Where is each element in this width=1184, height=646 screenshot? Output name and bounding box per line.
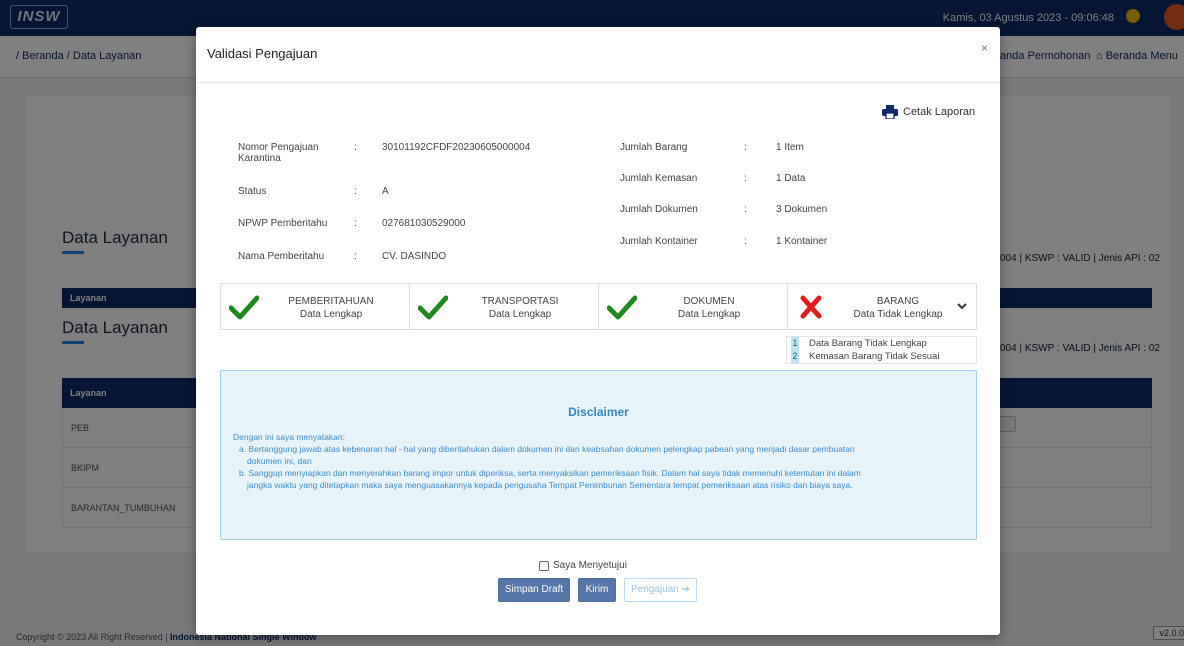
info-value: A [382,186,389,197]
disclaimer-intro: Dengan ini saya menyatakan: [233,432,345,442]
step-dokumen[interactable]: DOKUMEN Data Lengkap [599,284,788,329]
pengajuan-button[interactable]: Pengajuan ➔ [624,578,697,602]
info-jumlah-kontainer: Jumlah Kontainer : 1 Kontainer [620,236,880,250]
info-status: Status : A [238,186,568,200]
info-label: Nomor Pengajuan Karantina [238,142,319,164]
modal-title: Validasi Pengajuan [207,46,318,61]
info-colon: : [744,236,747,247]
disclaimer-point-b-cont: jangka waktu yang ditetapkan maka saya m… [247,480,853,490]
agree-checkbox[interactable] [539,560,549,571]
info-label: Nama Pemberitahu [238,251,325,262]
step-status: Data Tidak Lengkap [853,309,943,320]
kirim-button[interactable]: Kirim [578,578,616,602]
check-icon [607,295,637,320]
info-label: Status [238,186,267,197]
modal-header: Validasi Pengajuan × [196,27,1000,83]
step-status: Data Lengkap [488,309,552,320]
arrow-right-icon: ➔ [678,584,690,595]
info-colon: : [744,142,747,153]
step-pemberitahuan[interactable]: PEMBERITAHUAN Data Lengkap [221,284,410,329]
list-item: 2 Kemasan Barang Tidak Sesuai [787,350,976,363]
disclaimer-title: Disclaimer [568,405,629,419]
error-number: 2 [791,350,799,363]
chevron-down-icon[interactable] [956,300,968,312]
info-value: 3 Dokumen [776,204,828,215]
disclaimer-point-b: b. Sanggup menyiapkan dan menyerahkan ba… [239,468,861,478]
simpan-draft-button[interactable]: Simpan Draft [498,578,570,602]
cross-icon [800,295,822,319]
error-list: 1 Data Barang Tidak Lengkap 2 Kemasan Ba… [786,336,977,364]
info-colon: : [744,173,747,184]
info-value: 027681030529000 [382,218,466,229]
info-jumlah-dokumen: Jumlah Dokumen : 3 Dokumen [620,204,880,218]
cetak-laporan-label: Cetak Laporan [903,106,976,118]
info-colon: : [744,204,747,215]
info-value: 1 Data [776,173,806,184]
pengajuan-label: Pengajuan [631,584,679,595]
step-title: BARANG [876,296,920,307]
printer-icon [882,105,898,119]
info-nomor-pengajuan: Nomor Pengajuan Karantina : 30101192CFDF… [238,142,568,172]
info-npwp: NPWP Pemberitahu : 027681030529000 [238,218,568,232]
info-colon: : [354,218,357,229]
info-nama-pemberitahu: Nama Pemberitahu : CV. DASINDO [238,251,568,265]
info-colon: : [354,142,357,153]
info-value: CV. DASINDO [382,251,447,262]
info-jumlah-barang: Jumlah Barang : 1 Item [620,142,880,156]
disclaimer-box: Disclaimer Dengan ini saya menyatakan: a… [220,370,977,540]
step-title: DOKUMEN [683,296,735,307]
list-item: 1 Data Barang Tidak Lengkap [787,337,976,350]
step-title: PEMBERITAHUAN [288,296,374,307]
cetak-laporan-button[interactable]: Cetak Laporan [882,105,975,119]
agree-checkbox-row[interactable]: Saya Menyetujui [539,560,627,571]
info-label: Jumlah Kontainer [620,236,698,247]
error-text: Data Barang Tidak Lengkap [809,338,927,349]
step-barang[interactable]: BARANG Data Tidak Lengkap [788,284,976,329]
info-label: Jumlah Dokumen [620,204,698,215]
step-status: Data Lengkap [299,309,363,320]
close-icon[interactable]: × [981,41,988,55]
check-icon [418,295,448,320]
info-value: 30101192CFDF20230605000004 [382,142,531,153]
validation-steps: PEMBERITAHUAN Data Lengkap TRANSPORTASI … [220,283,977,330]
info-value: 1 Kontainer [776,236,828,247]
validasi-modal: Validasi Pengajuan × Cetak Laporan Nomor… [196,27,1000,635]
step-transportasi[interactable]: TRANSPORTASI Data Lengkap [410,284,599,329]
disclaimer-point-a: a. Bertanggung jawab atas kebenaran hal … [239,444,855,454]
step-status: Data Lengkap [677,309,741,320]
info-label: Jumlah Kemasan [620,173,698,184]
error-number: 1 [791,337,799,350]
info-colon: : [354,186,357,197]
disclaimer-text: Dengan ini saya menyatakan: a. Bertanggu… [233,431,953,491]
info-label: Jumlah Barang [620,142,688,153]
error-text: Kemasan Barang Tidak Sesuai [809,351,940,362]
agree-label: Saya Menyetujui [553,560,627,571]
info-label: NPWP Pemberitahu [238,218,328,229]
step-title: TRANSPORTASI [481,296,559,307]
info-value: 1 Item [776,142,804,153]
info-colon: : [354,251,357,262]
disclaimer-point-a-cont: dokumen ini, dan [247,456,312,466]
info-jumlah-kemasan: Jumlah Kemasan : 1 Data [620,173,880,187]
check-icon [229,295,259,320]
